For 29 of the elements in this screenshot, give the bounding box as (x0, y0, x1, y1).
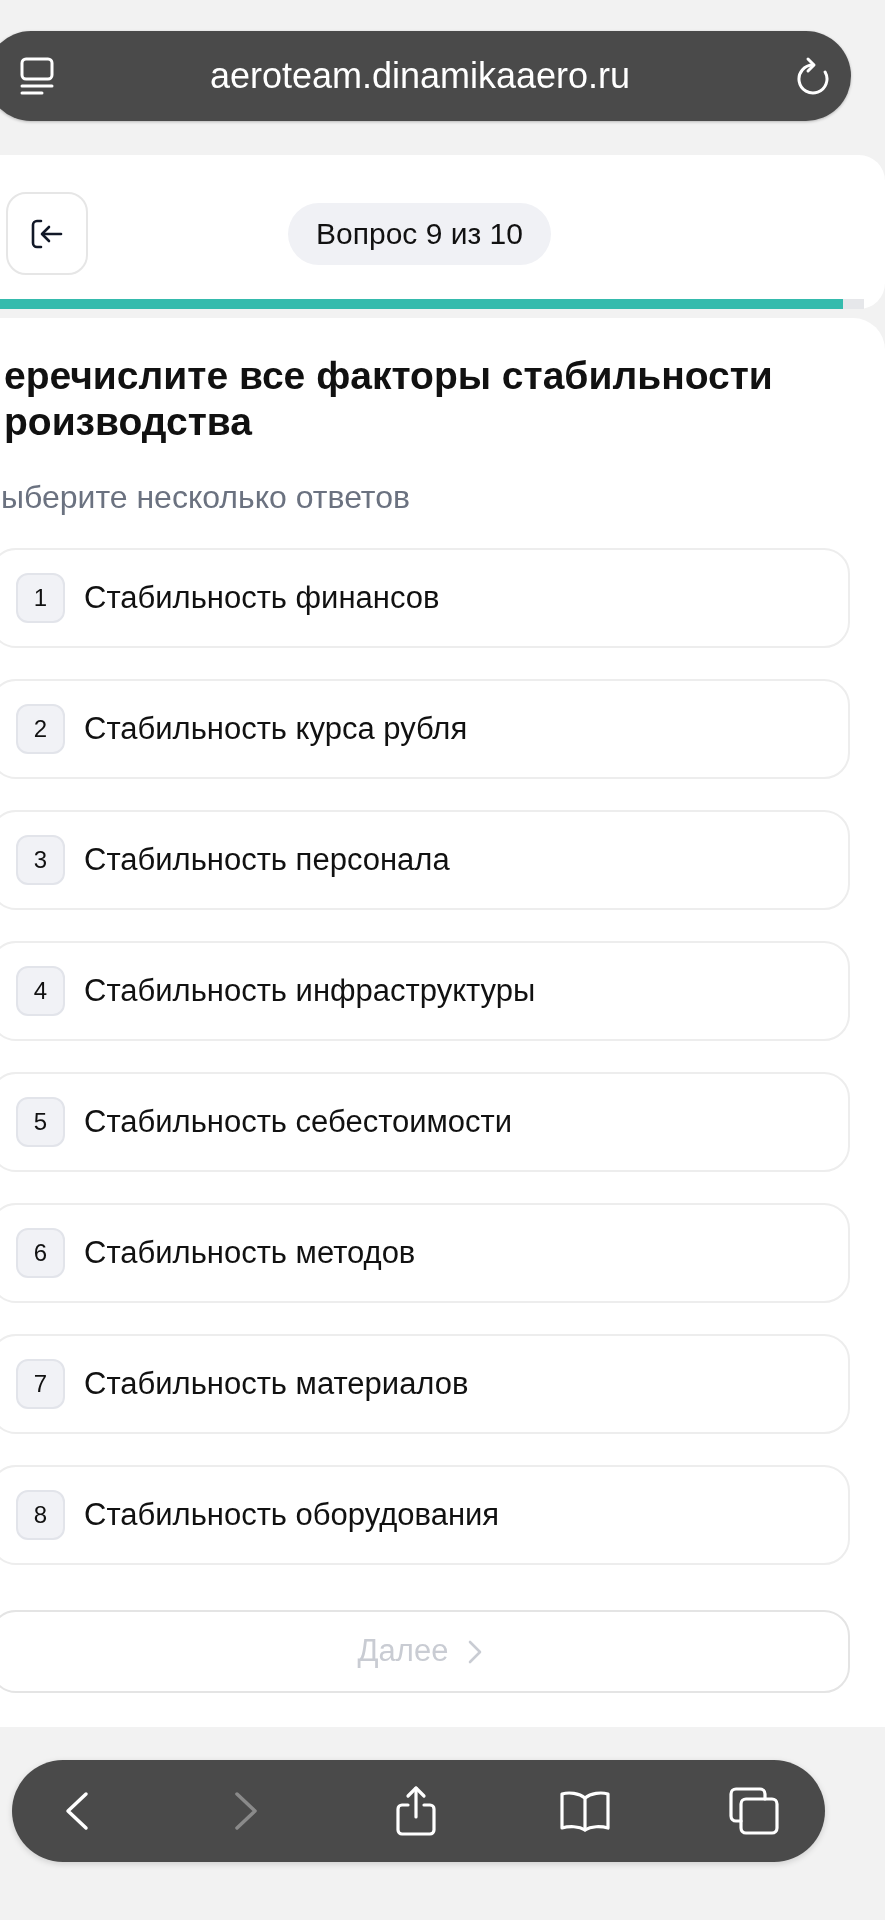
page-menu-icon[interactable] (20, 57, 54, 95)
option-number: 7 (16, 1359, 65, 1409)
answer-option[interactable]: 3 Стабильность персонала (0, 810, 850, 910)
chevron-left-icon[interactable] (65, 1791, 89, 1831)
overlapping-squares-icon[interactable] (729, 1787, 779, 1835)
option-number: 6 (16, 1228, 65, 1278)
option-number: 8 (16, 1490, 65, 1540)
answer-option[interactable]: 4 Стабильность инфраструктуры (0, 941, 850, 1041)
reload-icon[interactable] (796, 56, 830, 96)
option-number: 3 (16, 835, 65, 885)
share-icon[interactable] (394, 1785, 437, 1837)
answer-option[interactable]: 6 Стабильность методов (0, 1203, 850, 1303)
exit-icon (31, 218, 63, 249)
answer-option[interactable]: 7 Стабильность материалов (0, 1334, 850, 1434)
question-title: еречислите все факторы стабильности роизводства (4, 353, 774, 445)
question-counter: Вопрос 9 из 10 (288, 202, 551, 265)
answer-option[interactable]: 1 Стабильность финансов (0, 548, 850, 648)
answer-option[interactable]: 5 Стабильность себестоимости (0, 1072, 850, 1172)
question-hint: ыберите несколько ответов (1, 479, 411, 515)
option-number: 4 (16, 966, 65, 1016)
option-number: 2 (16, 704, 65, 754)
book-icon[interactable] (558, 1790, 611, 1832)
address-bar[interactable]: aeroteam.dinamikaaero.ru (0, 31, 851, 121)
answer-option[interactable]: 2 Стабильность курса рубля (0, 679, 850, 779)
exit-button[interactable] (6, 192, 88, 275)
option-number: 1 (16, 573, 65, 623)
option-number: 5 (16, 1097, 65, 1147)
chevron-right-icon (468, 1639, 483, 1664)
answer-option[interactable]: 8 Стабильность оборудования (0, 1465, 850, 1565)
